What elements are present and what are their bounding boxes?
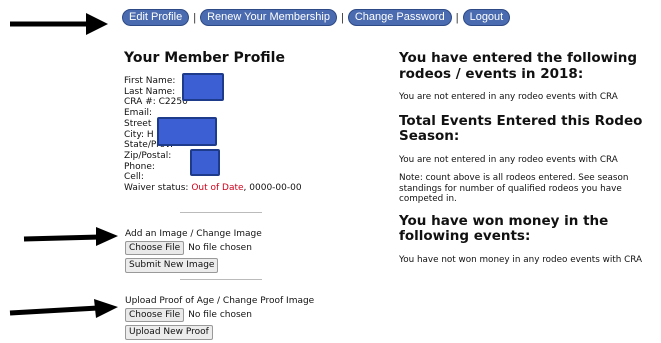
arrow-pointer-proof	[9, 299, 118, 318]
choose-file-button[interactable]: Choose File	[125, 308, 185, 322]
total-events-title: Total Events Entered this Rodeo Season:	[399, 112, 643, 144]
nav-separator: |	[193, 11, 197, 24]
waiver-label: Waiver status:	[124, 183, 192, 194]
nav-separator: |	[340, 11, 344, 24]
no-file-text: No file chosen	[188, 310, 252, 320]
total-events-text: You are not entered in any rodeo events …	[399, 154, 618, 165]
profile-title: Your Member Profile	[124, 50, 285, 66]
entered-events-text: You are not entered in any rodeo events …	[399, 92, 618, 102]
upload-proof-button[interactable]: Upload New Proof	[125, 325, 213, 340]
won-money-text: You have not won money in any rodeo even…	[399, 254, 643, 265]
choose-file-button[interactable]: Choose File	[125, 241, 185, 255]
submit-image-button[interactable]: Submit New Image	[125, 258, 219, 273]
divider	[180, 279, 262, 280]
waiver-date: , 0000-00-00	[243, 183, 302, 194]
image-upload-label: Add an Image / Change Image	[125, 229, 262, 239]
divider	[180, 212, 262, 213]
nav-separator: |	[455, 11, 459, 24]
waiver-status-value: Out of Date	[191, 183, 244, 194]
edit-profile-button[interactable]: Edit Profile	[122, 9, 190, 26]
logout-button[interactable]: Logout	[462, 9, 511, 26]
redaction-name	[182, 73, 224, 101]
won-money-title: You have won money in the following even…	[399, 212, 609, 244]
proof-file-input: Choose File No file chosen	[125, 308, 252, 322]
entered-events-title: You have entered the following rodeos / …	[399, 50, 638, 82]
waiver-status: Waiver status: Out of Date, 0000-00-00	[124, 183, 302, 194]
renew-membership-button[interactable]: Renew Your Membership	[200, 9, 337, 26]
redaction-zip	[190, 149, 220, 176]
image-file-input: Choose File No file chosen	[125, 241, 252, 255]
arrow-pointer-nav	[10, 13, 108, 35]
no-file-text: No file chosen	[188, 243, 252, 253]
proof-upload-label: Upload Proof of Age / Change Proof Image	[125, 296, 315, 306]
right-column: You have entered the following rodeos / …	[399, 50, 654, 265]
redaction-address	[157, 117, 217, 146]
season-note: Note: count above is all rodeos entered.…	[399, 173, 629, 204]
arrow-pointer-image	[23, 227, 118, 246]
change-password-button[interactable]: Change Password	[347, 9, 452, 26]
top-nav: Edit Profile | Renew Your Membership | C…	[122, 9, 511, 26]
